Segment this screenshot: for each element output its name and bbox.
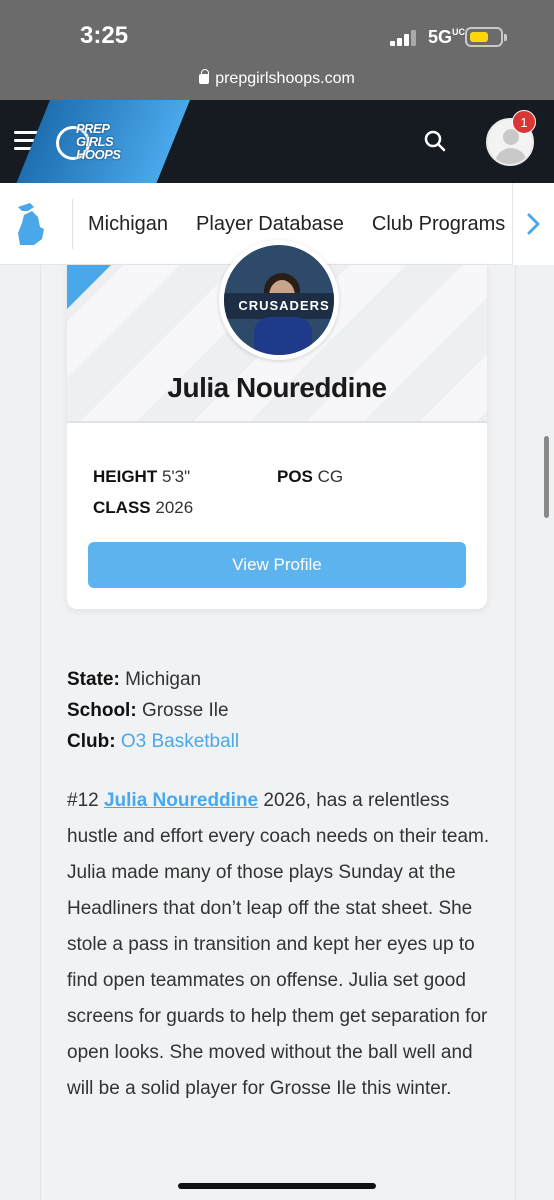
club-link[interactable]: O3 Basketball [121, 731, 239, 752]
network-label: 5G [428, 27, 453, 47]
description-prefix: #12 [67, 790, 104, 811]
network-indicator: 5GUC [428, 27, 465, 48]
subnav-divider [72, 199, 73, 249]
logo-word: HOOPS [76, 147, 121, 162]
info-club: Club: O3 Basketball [67, 726, 239, 757]
battery-icon [465, 27, 507, 47]
status-bar: 3:25 5GUC [0, 0, 554, 62]
browser-url-bar[interactable]: prepgirlshoops.com [0, 62, 554, 100]
attr-class-label: CLASS [93, 498, 151, 517]
card-corner-accent [67, 265, 111, 309]
subnav-item-player-database[interactable]: Player Database [196, 213, 344, 235]
attr-class: CLASS 2026 [93, 498, 193, 518]
info-school-value: Grosse Ile [141, 700, 229, 721]
michigan-state-icon[interactable] [12, 199, 52, 249]
view-profile-button[interactable]: View Profile [88, 542, 466, 588]
attr-height-label: HEIGHT [93, 467, 158, 486]
site-header: PREP GIRLS HOOPS [0, 100, 554, 183]
status-time: 3:25 [80, 22, 129, 49]
lock-icon [199, 69, 210, 84]
attr-pos: POS CG [277, 467, 343, 487]
attr-height-value: 5'3" [161, 467, 191, 486]
player-name-link[interactable]: Julia Noureddine [104, 790, 258, 811]
info-school: School: Grosse Ile [67, 695, 239, 726]
notification-badge[interactable]: 1 [512, 110, 536, 134]
logo-text: PREP GIRLS HOOPS [76, 122, 121, 162]
site-logo[interactable]: PREP GIRLS HOOPS [56, 120, 136, 164]
attr-height: HEIGHT 5'3" [93, 467, 190, 487]
signal-icon [390, 30, 416, 46]
attr-class-value: 2026 [155, 498, 194, 517]
info-school-label: School: [67, 700, 137, 721]
info-state: State: Michigan [67, 664, 239, 695]
scrollbar-thumb[interactable] [544, 436, 549, 518]
subnav-item-club-programs[interactable]: Club Programs [372, 213, 505, 235]
attr-pos-value: CG [317, 467, 344, 486]
search-icon[interactable] [424, 130, 446, 152]
network-suffix: UC [452, 27, 466, 37]
player-description: #12 Julia Noureddine 2026, has a relentl… [67, 783, 497, 1107]
player-name: Julia Noureddine [167, 372, 387, 403]
subnav-next-button[interactable] [512, 183, 554, 265]
info-state-label: State: [67, 669, 120, 690]
home-indicator[interactable] [178, 1183, 376, 1189]
player-photo[interactable]: CRUSADERS [219, 240, 339, 360]
player-info: State: Michigan School: Grosse Ile Club:… [67, 664, 239, 757]
attr-pos-label: POS [277, 467, 313, 486]
subnav-item-michigan[interactable]: Michigan [88, 213, 168, 235]
photo-banner-text: CRUSADERS [224, 293, 334, 319]
description-text: 2026, has a relentless hustle and effort… [67, 790, 490, 1099]
info-state-value: Michigan [125, 669, 202, 690]
chevron-right-icon [527, 213, 540, 235]
subnav-items: Michigan Player Database Club Programs [88, 213, 512, 236]
info-club-label: Club: [67, 731, 116, 752]
url-text: prepgirlshoops.com [215, 70, 355, 87]
